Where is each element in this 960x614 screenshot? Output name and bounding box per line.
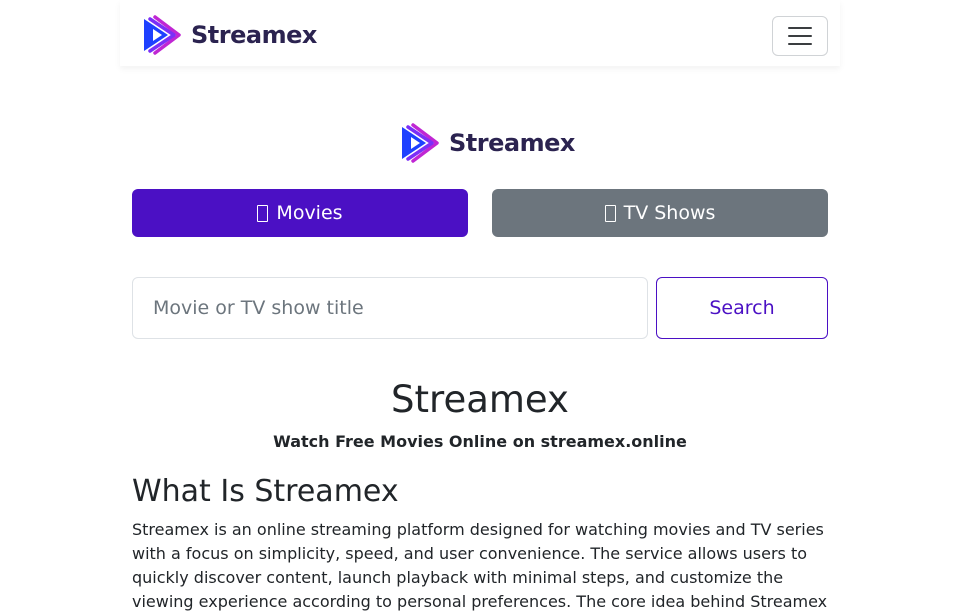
hero-logo-text: Streamex xyxy=(449,129,575,157)
search-input[interactable] xyxy=(132,277,648,339)
tv-shows-button[interactable]: TV Shows xyxy=(492,189,828,237)
missing-glyph-icon xyxy=(257,204,269,222)
movies-button[interactable]: Movies xyxy=(132,189,468,237)
navbar-logo-text: Streamex xyxy=(191,21,317,49)
missing-glyph-icon xyxy=(604,204,616,222)
hero-logo: Streamex xyxy=(400,121,575,165)
play-triangle-icon xyxy=(144,15,181,55)
tv-shows-button-label: TV Shows xyxy=(623,202,716,224)
page-title: Streamex xyxy=(391,378,569,421)
navbar-logo[interactable]: Streamex xyxy=(142,14,317,56)
movies-button-label: Movies xyxy=(276,202,343,224)
play-triangle-icon xyxy=(402,123,439,163)
about-heading: What Is Streamex xyxy=(132,474,399,509)
hamburger-menu-icon xyxy=(788,27,812,29)
navbar-toggler-button[interactable] xyxy=(772,16,828,56)
search-button[interactable]: Search xyxy=(656,277,828,339)
page-tagline: Watch Free Movies Online on streamex.onl… xyxy=(273,432,687,451)
navbar: Streamex xyxy=(120,0,840,66)
